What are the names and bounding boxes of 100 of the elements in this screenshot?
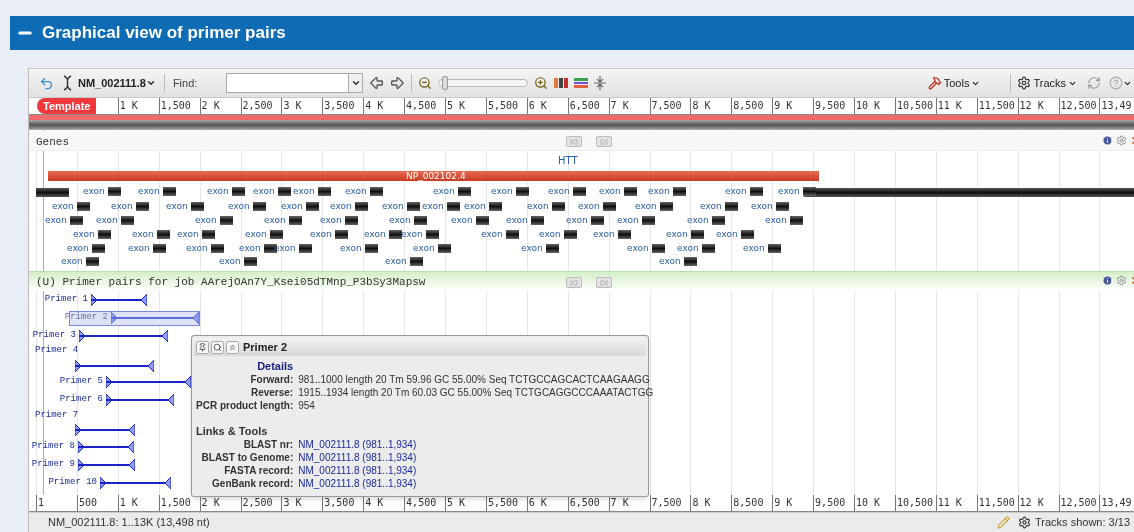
exon-label[interactable]: exon — [666, 229, 688, 240]
exon-block[interactable] — [803, 187, 816, 196]
primer-bar[interactable] — [100, 477, 171, 489]
exon-label[interactable]: exon — [743, 243, 765, 254]
exon-block[interactable] — [278, 187, 291, 196]
exon-block[interactable] — [370, 187, 383, 196]
exon-label[interactable]: exon — [207, 186, 229, 197]
exon-label[interactable]: exon — [627, 243, 649, 254]
exon-label[interactable]: exon — [578, 201, 600, 212]
refresh-icon[interactable] — [1087, 76, 1101, 90]
exon-block[interactable] — [407, 202, 420, 211]
primer-bar[interactable] — [106, 394, 174, 406]
exon-block[interactable] — [299, 244, 312, 253]
exon-block[interactable] — [691, 230, 704, 239]
zoom-out-icon[interactable] — [418, 76, 433, 90]
exon-label[interactable]: exon — [340, 243, 362, 254]
align-icon[interactable] — [574, 77, 589, 89]
tools-menu-button[interactable]: Tools — [927, 74, 981, 92]
exon-label[interactable]: exon — [433, 186, 455, 197]
exon-label[interactable]: exon — [111, 201, 133, 212]
exon-block[interactable] — [426, 230, 439, 239]
sequence-dropdown[interactable]: NM_002111.8 — [78, 74, 156, 92]
exon-label[interactable]: exon — [617, 215, 639, 226]
exon-label[interactable]: exon — [385, 256, 407, 267]
gear-icon[interactable] — [1018, 516, 1032, 529]
transcript-bar[interactable] — [36, 188, 69, 197]
right-arrow-icon[interactable] — [389, 75, 406, 91]
exon-block[interactable] — [211, 244, 224, 253]
exon-block[interactable] — [253, 202, 266, 211]
exon-block[interactable] — [289, 216, 302, 225]
primer-bar[interactable] — [78, 441, 134, 453]
exon-label[interactable]: exon — [281, 201, 303, 212]
tracks-shown[interactable]: Tracks shown: 3/13 — [1035, 514, 1130, 531]
exon-block[interactable] — [573, 187, 586, 196]
exon-block[interactable] — [136, 202, 149, 211]
exon-label[interactable]: exon — [548, 186, 570, 197]
exon-label[interactable]: exon — [599, 186, 621, 197]
exon-block[interactable] — [489, 202, 502, 211]
zoom-in-icon[interactable] — [534, 76, 549, 90]
exon-block[interactable] — [220, 216, 233, 225]
exon-label[interactable]: exon — [451, 215, 473, 226]
exon-block[interactable] — [603, 202, 616, 211]
exon-block[interactable] — [447, 202, 460, 211]
primer-bar[interactable] — [75, 360, 154, 372]
exon-label[interactable]: exon — [521, 243, 543, 254]
exon-block[interactable] — [506, 230, 519, 239]
exon-label[interactable]: exon — [52, 201, 74, 212]
exon-block[interactable] — [191, 202, 204, 211]
previous-button[interactable] — [566, 277, 582, 288]
exon-label[interactable]: exon — [73, 229, 95, 240]
exon-block[interactable] — [660, 202, 673, 211]
exon-block[interactable] — [121, 216, 134, 225]
exon-label[interactable]: exon — [138, 186, 160, 197]
exon-label[interactable]: exon — [751, 201, 773, 212]
exon-block[interactable] — [244, 257, 257, 266]
exon-block[interactable] — [618, 230, 631, 239]
exon-block[interactable] — [531, 216, 544, 225]
exon-label[interactable]: exon — [491, 186, 513, 197]
exon-block[interactable] — [335, 230, 348, 239]
exon-block[interactable] — [741, 230, 754, 239]
exon-block[interactable] — [389, 230, 402, 239]
exon-label[interactable]: exon — [219, 256, 241, 267]
exon-block[interactable] — [306, 202, 319, 211]
exon-block[interactable] — [725, 202, 738, 211]
exon-block[interactable] — [232, 187, 245, 196]
exon-label[interactable]: exon — [389, 215, 411, 226]
exon-label[interactable]: exon — [659, 256, 681, 267]
exon-block[interactable] — [410, 257, 423, 266]
exon-block[interactable] — [642, 216, 655, 225]
exon-block[interactable] — [702, 244, 715, 253]
exon-label[interactable]: exon — [481, 229, 503, 240]
primer-label[interactable]: Primer 5 — [59, 376, 103, 387]
exon-label[interactable]: exon — [635, 201, 657, 212]
exon-block[interactable] — [92, 244, 105, 253]
exon-label[interactable]: exon — [687, 215, 709, 226]
exon-label[interactable]: exon — [464, 201, 486, 212]
exon-block[interactable] — [365, 244, 378, 253]
pin-button[interactable] — [196, 340, 209, 354]
exon-label[interactable]: exon — [778, 186, 800, 197]
exon-block[interactable] — [86, 257, 99, 266]
exon-block[interactable] — [318, 187, 331, 196]
exon-block[interactable] — [345, 216, 358, 225]
exon-label[interactable]: exon — [566, 215, 588, 226]
exon-block[interactable] — [77, 202, 90, 211]
previous-button[interactable] — [566, 136, 582, 147]
primer-label[interactable]: Primer 10 — [48, 477, 97, 488]
exon-label[interactable]: exon — [593, 229, 615, 240]
exon-label[interactable]: exon — [413, 243, 435, 254]
exon-block[interactable] — [202, 230, 215, 239]
info-icon[interactable] — [1102, 135, 1113, 146]
exon-label[interactable]: exon — [320, 215, 342, 226]
primer-label[interactable]: Primer 6 — [59, 394, 103, 405]
exon-label[interactable]: exon — [330, 201, 352, 212]
exon-label[interactable]: exon — [716, 229, 738, 240]
exon-block[interactable] — [768, 244, 781, 253]
primer-bar[interactable] — [79, 330, 168, 342]
exon-block[interactable] — [591, 216, 604, 225]
search-button[interactable] — [211, 340, 224, 354]
exon-block[interactable] — [546, 244, 559, 253]
exon-label[interactable]: exon — [506, 215, 528, 226]
